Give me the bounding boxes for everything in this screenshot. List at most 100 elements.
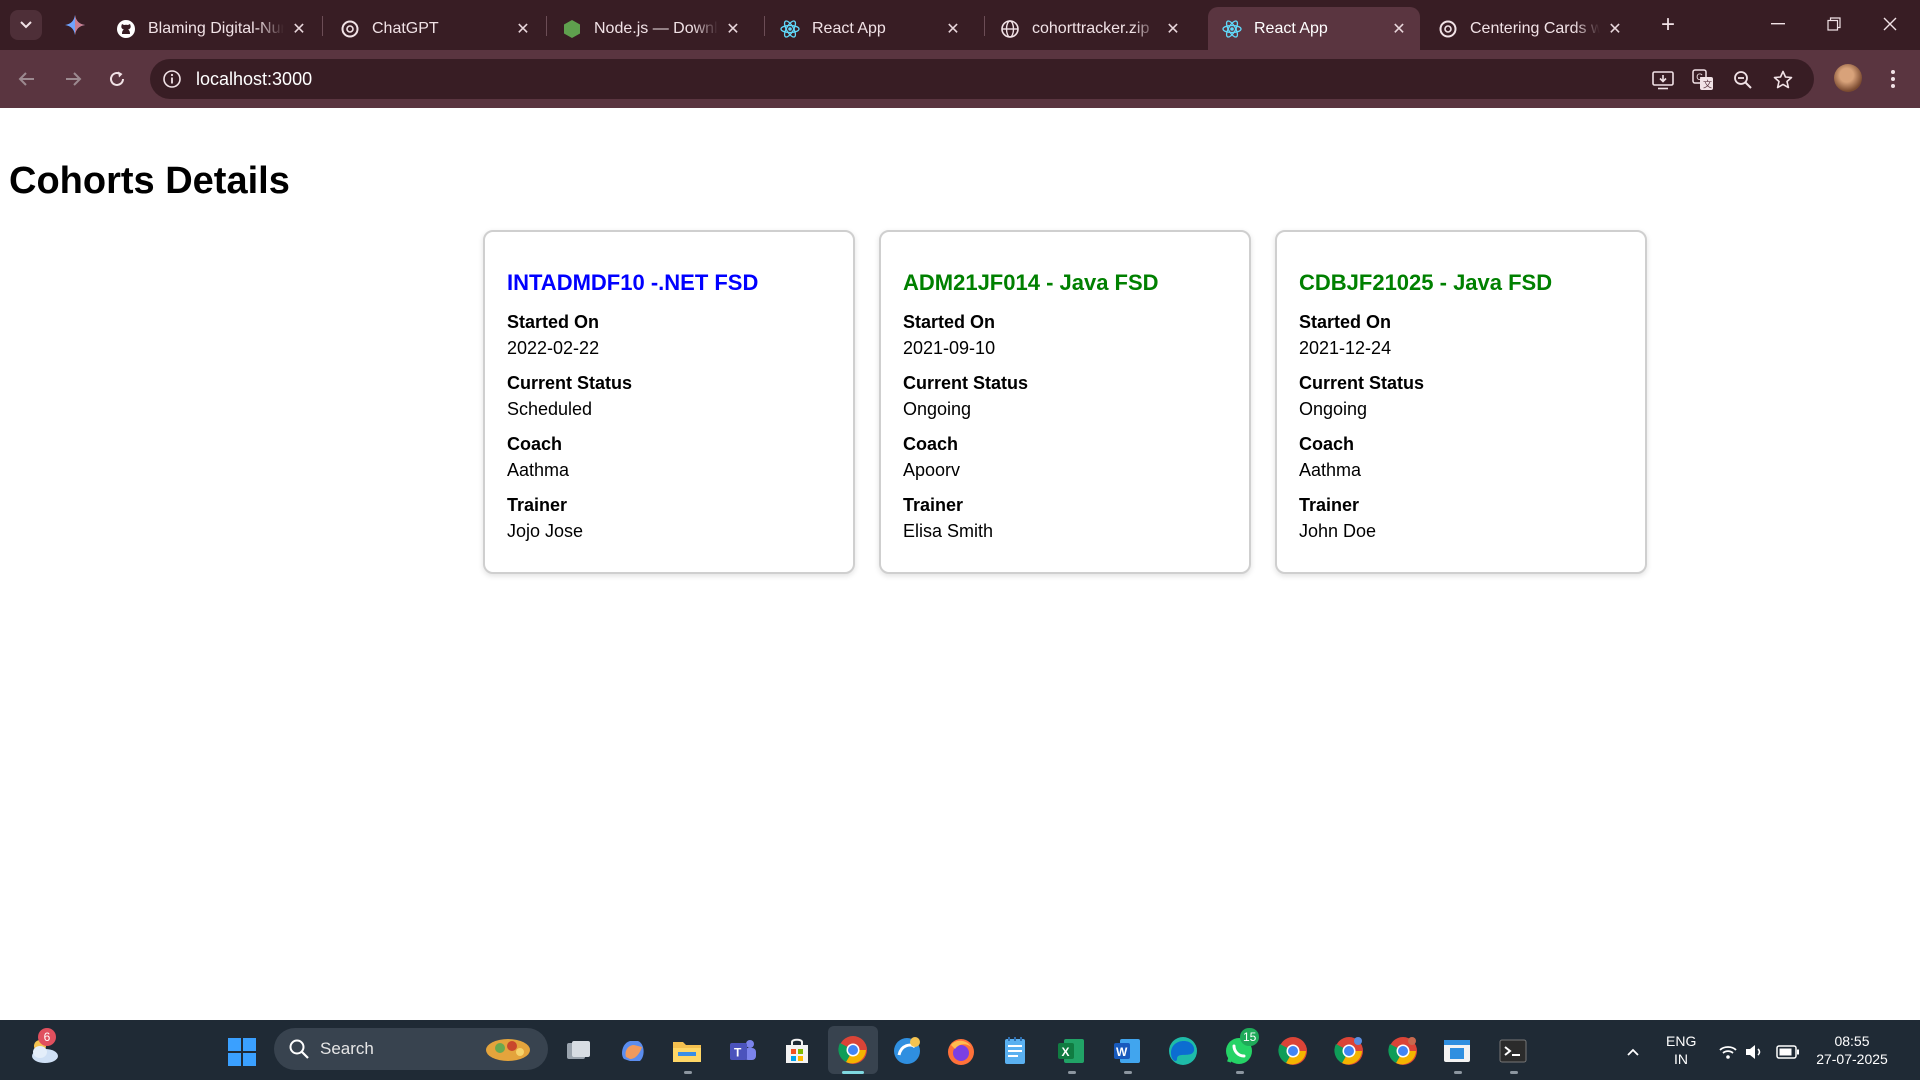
notification-badge: 15 xyxy=(1240,1028,1260,1046)
gemini-icon[interactable] xyxy=(62,12,88,38)
tab-centering-cards[interactable]: Centering Cards with ✕ xyxy=(1424,7,1636,50)
microsoft-store-icon[interactable] xyxy=(780,1034,814,1068)
chrome-profile-icon[interactable] xyxy=(1276,1034,1310,1068)
nodejs-icon xyxy=(562,19,582,39)
zoom-out-icon[interactable] xyxy=(1730,67,1756,93)
reload-button[interactable] xyxy=(100,62,134,96)
close-icon[interactable]: ✕ xyxy=(514,19,532,39)
url-text[interactable]: localhost:3000 xyxy=(196,69,312,90)
edge-icon[interactable] xyxy=(1166,1034,1200,1068)
close-icon[interactable]: ✕ xyxy=(1390,19,1408,39)
tab-react-app-active[interactable]: React App ✕ xyxy=(1208,7,1420,50)
cohort-card-list: INTADMDF10 -.NET FSD Started On 2022-02-… xyxy=(483,230,1647,574)
chrome-profile-icon[interactable] xyxy=(1386,1034,1420,1068)
clock[interactable]: 08:55 27-07-2025 xyxy=(1810,1032,1894,1068)
trainer-field: Trainer Jojo Jose xyxy=(507,493,831,544)
task-view-icon[interactable] xyxy=(562,1034,596,1068)
tab-title: React App xyxy=(812,19,886,37)
whatsapp-icon[interactable]: 15 xyxy=(1222,1028,1260,1068)
trainer-field: Trainer John Doe xyxy=(1299,493,1623,544)
back-button[interactable] xyxy=(10,62,44,96)
tab-title: Blaming Digital-Nurture xyxy=(148,19,284,37)
tab-title: React App xyxy=(1254,19,1328,37)
tab-nodejs[interactable]: Node.js — Download ✕ xyxy=(548,7,754,50)
tab-react-app[interactable]: React App ✕ xyxy=(766,7,974,50)
close-icon[interactable]: ✕ xyxy=(290,19,308,39)
started-on-value: 2021-12-24 xyxy=(1299,338,1392,358)
minimize-button[interactable] xyxy=(1750,0,1806,48)
close-icon xyxy=(1883,17,1897,31)
close-window-button[interactable] xyxy=(1862,0,1918,48)
svg-text:文: 文 xyxy=(1703,79,1712,90)
teams-icon[interactable]: T xyxy=(726,1034,760,1068)
notepad-icon[interactable] xyxy=(998,1034,1032,1068)
trainer-value: Elisa Smith xyxy=(903,521,994,541)
tab-github[interactable]: Blaming Digital-Nurture ✕ xyxy=(102,7,320,50)
restore-icon xyxy=(1827,17,1841,31)
bookmark-star-icon[interactable] xyxy=(1770,67,1796,93)
firefox-icon[interactable] xyxy=(944,1034,978,1068)
translate-icon[interactable]: G文 xyxy=(1690,67,1716,93)
tab-divider xyxy=(764,16,765,36)
close-icon[interactable]: ✕ xyxy=(1164,19,1182,39)
started-on-label: Started On xyxy=(1299,312,1392,332)
trainer-value: John Doe xyxy=(1299,521,1377,541)
forward-button[interactable] xyxy=(56,62,90,96)
running-indicator xyxy=(684,1071,692,1074)
arrow-right-icon xyxy=(66,72,82,86)
taskbar-search[interactable]: Search xyxy=(274,1028,548,1070)
app-window-icon[interactable] xyxy=(1440,1034,1474,1068)
started-on-label: Started On xyxy=(507,312,600,332)
close-icon[interactable]: ✕ xyxy=(724,19,742,39)
file-explorer-icon[interactable] xyxy=(670,1034,704,1068)
show-hidden-icons-button[interactable] xyxy=(1620,1042,1646,1062)
active-indicator xyxy=(842,1071,864,1074)
address-bar[interactable]: localhost:3000 G文 xyxy=(150,59,1814,99)
tab-search-button[interactable] xyxy=(10,10,42,40)
language-indicator[interactable]: ENG IN xyxy=(1666,1032,1696,1068)
status-field: Current Status Scheduled xyxy=(507,371,831,422)
trainer-label: Trainer xyxy=(507,495,568,515)
cohort-card: INTADMDF10 -.NET FSD Started On 2022-02-… xyxy=(483,230,855,574)
volume-icon[interactable] xyxy=(1742,1042,1766,1062)
close-icon[interactable]: ✕ xyxy=(944,19,962,39)
terminal-icon[interactable] xyxy=(1496,1034,1530,1068)
battery-icon[interactable] xyxy=(1774,1042,1802,1062)
tab-chatgpt[interactable]: ChatGPT ✕ xyxy=(326,7,544,50)
status-value: Ongoing xyxy=(1299,399,1368,419)
coach-label: Coach xyxy=(507,434,563,454)
page-title: Cohorts Details xyxy=(9,160,290,202)
trainer-label: Trainer xyxy=(903,495,964,515)
svg-text:X: X xyxy=(1062,1045,1070,1059)
chevron-down-icon xyxy=(20,21,32,29)
tab-title: Centering Cards with xyxy=(1470,19,1600,37)
browser-menu-button[interactable] xyxy=(1880,62,1906,96)
coach-field: Coach Aathma xyxy=(1299,432,1623,483)
coach-field: Coach Apoorv xyxy=(903,432,1227,483)
install-app-icon[interactable] xyxy=(1650,67,1676,93)
start-button[interactable] xyxy=(228,1038,256,1066)
excel-icon[interactable]: X xyxy=(1054,1034,1088,1068)
weather-widget[interactable]: 6 xyxy=(26,1028,62,1068)
reload-icon xyxy=(110,71,124,86)
browser-app-icon[interactable] xyxy=(890,1034,924,1068)
new-tab-button[interactable]: + xyxy=(1652,10,1684,40)
copilot-icon[interactable] xyxy=(616,1034,650,1068)
status-value: Ongoing xyxy=(903,399,972,419)
close-icon[interactable]: ✕ xyxy=(1606,19,1624,39)
tab-title: cohorttracker.zip xyxy=(1032,19,1150,37)
tab-divider xyxy=(984,16,985,36)
tab-title: Node.js — Download xyxy=(594,19,718,37)
profile-avatar[interactable] xyxy=(1834,64,1862,92)
chrome-icon-active[interactable] xyxy=(828,1026,878,1074)
svg-text:T: T xyxy=(734,1046,742,1060)
running-indicator xyxy=(1454,1071,1462,1074)
site-info-icon[interactable] xyxy=(160,67,184,91)
status-field: Current Status Ongoing xyxy=(903,371,1227,422)
chrome-profile-icon[interactable] xyxy=(1332,1034,1366,1068)
wifi-icon[interactable] xyxy=(1716,1042,1740,1062)
restore-button[interactable] xyxy=(1806,0,1862,48)
status-field: Current Status Ongoing xyxy=(1299,371,1623,422)
word-icon[interactable]: W xyxy=(1110,1034,1144,1068)
tab-cohorttracker-zip[interactable]: cohorttracker.zip ✕ xyxy=(986,7,1194,50)
